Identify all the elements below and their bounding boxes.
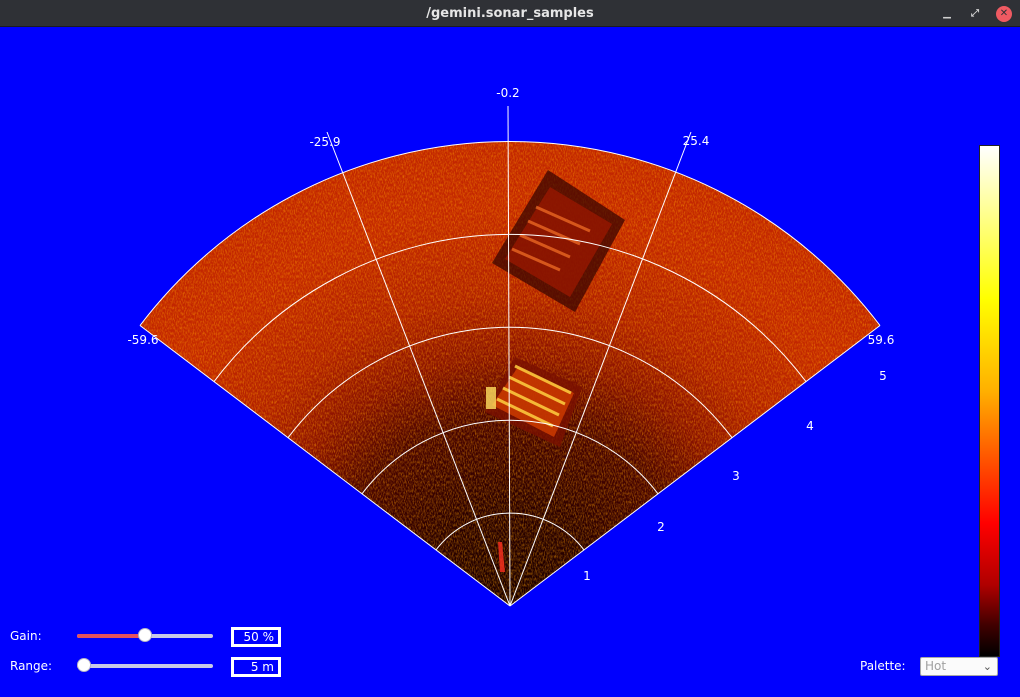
window-titlebar: /gemini.sonar_samples ▁ ⤢ ✕ [0,0,1020,27]
range-label-2: 2 [657,520,665,534]
bearing-label-right: 25.4 [683,134,710,148]
minimize-icon[interactable]: ▁ [940,7,954,21]
sonar-view: -59.6 -25.9 -0.2 25.4 59.6 1 2 3 4 5 Gai… [0,27,1020,697]
sonar-fan-display: -59.6 -25.9 -0.2 25.4 59.6 1 2 3 4 5 [127,86,895,607]
gain-slider-handle[interactable] [138,628,152,642]
range-slider[interactable] [77,658,213,674]
range-label: Range: [10,659,53,673]
restore-icon[interactable]: ⤢ [968,7,982,21]
palette-colorbar [979,145,1000,657]
range-label-3: 3 [732,469,740,483]
window-title: /gemini.sonar_samples [426,5,594,21]
palette-selected-value: Hot [925,659,947,673]
range-slider-track [77,664,213,668]
palette-label: Palette: [860,659,906,673]
bearing-label-left: -25.9 [309,135,340,149]
chevron-down-icon: ⌄ [982,660,992,673]
gain-label: Gain: [10,629,42,643]
range-label-1: 1 [583,569,591,583]
range-slider-handle[interactable] [77,658,91,672]
close-icon[interactable]: ✕ [996,5,1012,22]
gain-slider[interactable] [77,628,213,644]
window-controls: ▁ ⤢ ✕ [940,0,1012,27]
range-label-5: 5 [879,369,887,383]
range-value-field[interactable]: 5 m [231,657,281,677]
bearing-label-left-edge: -59.6 [127,333,158,347]
bearing-label-center: -0.2 [496,86,519,100]
palette-combobox[interactable]: Hot ⌄ [920,657,998,676]
gain-value-field[interactable]: 50 % [231,627,281,647]
bearing-label-right-edge: 59.6 [868,333,895,347]
range-label-4: 4 [806,419,814,433]
gain-slider-fill [77,634,145,638]
